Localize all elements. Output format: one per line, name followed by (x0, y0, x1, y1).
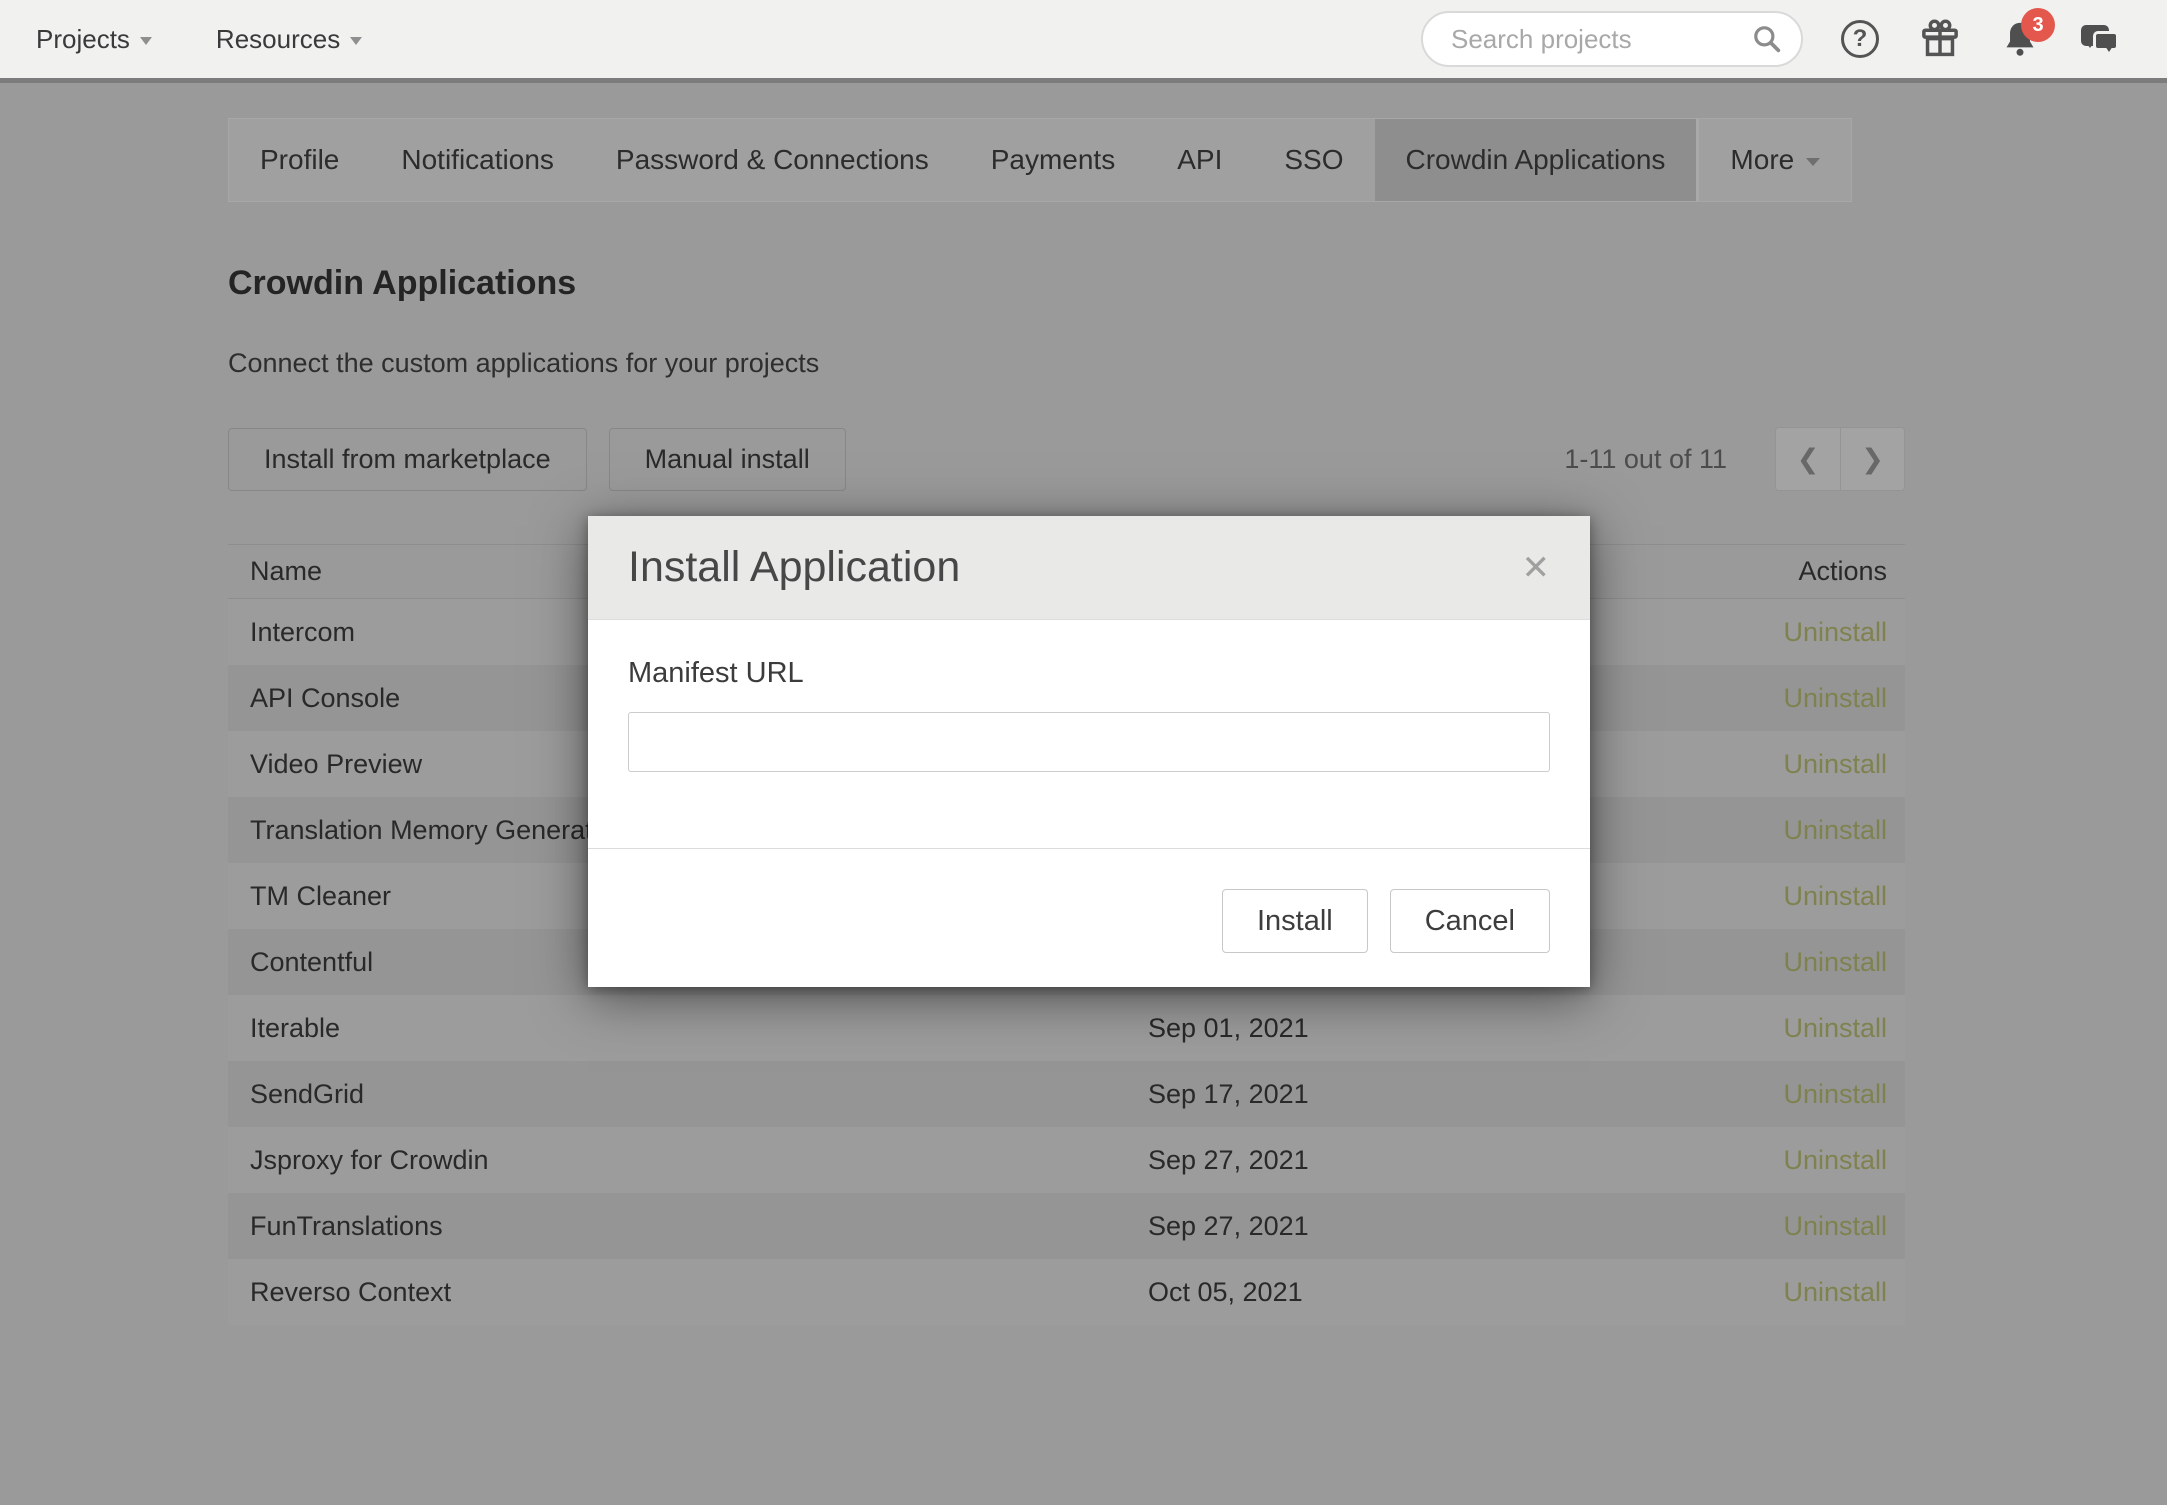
tab-api[interactable]: API (1146, 119, 1253, 201)
pager-next-button[interactable]: ❯ (1840, 428, 1904, 490)
uninstall-link[interactable]: Uninstall (1783, 947, 1887, 977)
column-header-actions: Actions (1685, 556, 1905, 587)
modal-title: Install Application (628, 543, 960, 592)
install-button[interactable]: Install (1222, 889, 1368, 953)
tab-crowdin-applications[interactable]: Crowdin Applications (1375, 119, 1697, 201)
tab-payments[interactable]: Payments (960, 119, 1147, 201)
tab-profile[interactable]: Profile (229, 119, 370, 201)
app-date: Oct 05, 2021 (1148, 1277, 1685, 1308)
page-subtitle: Connect the custom applications for your… (228, 348, 1905, 379)
app-date: Sep 01, 2021 (1148, 1013, 1685, 1044)
tab-password-connections[interactable]: Password & Connections (585, 119, 960, 201)
close-icon[interactable]: ✕ (1522, 551, 1551, 585)
cancel-button[interactable]: Cancel (1390, 889, 1550, 953)
chevron-right-icon: ❯ (1861, 444, 1884, 475)
tab-more[interactable]: More (1696, 119, 1851, 201)
settings-tabs: Profile Notifications Password & Connect… (228, 118, 1852, 202)
table-row: Jsproxy for Crowdin Sep 27, 2021 Uninsta… (228, 1127, 1905, 1193)
page-title: Crowdin Applications (228, 262, 1905, 304)
manifest-url-label: Manifest URL (628, 656, 1550, 690)
nav-projects[interactable]: Projects (36, 24, 152, 55)
gift-button[interactable] (1917, 16, 1963, 62)
uninstall-link[interactable]: Uninstall (1783, 815, 1887, 845)
toolbar: Install from marketplace Manual install … (228, 427, 1905, 491)
app-name: Jsproxy for Crowdin (228, 1145, 1148, 1176)
app-date: Sep 27, 2021 (1148, 1145, 1685, 1176)
install-from-marketplace-button[interactable]: Install from marketplace (228, 428, 587, 491)
chat-icon (2077, 17, 2123, 61)
uninstall-link[interactable]: Uninstall (1783, 749, 1887, 779)
tab-more-label: More (1730, 144, 1794, 176)
table-row: Reverso Context Oct 05, 2021 Uninstall (228, 1259, 1905, 1325)
nav-projects-label: Projects (36, 24, 130, 55)
table-row: FunTranslations Sep 27, 2021 Uninstall (228, 1193, 1905, 1259)
uninstall-link[interactable]: Uninstall (1783, 617, 1887, 647)
app-name: SendGrid (228, 1079, 1148, 1110)
caret-down-icon (1806, 158, 1820, 166)
search-input[interactable] (1421, 11, 1803, 67)
caret-down-icon (140, 37, 152, 45)
table-row: SendGrid Sep 17, 2021 Uninstall (228, 1061, 1905, 1127)
manifest-url-input[interactable] (628, 712, 1550, 772)
gift-icon (1918, 17, 1962, 61)
manual-install-button[interactable]: Manual install (609, 428, 846, 491)
uninstall-link[interactable]: Uninstall (1783, 1145, 1887, 1175)
help-icon: ? (1841, 20, 1879, 58)
table-row: Iterable Sep 01, 2021 Uninstall (228, 995, 1905, 1061)
app-name: FunTranslations (228, 1211, 1148, 1242)
tab-notifications[interactable]: Notifications (370, 119, 585, 201)
app-name: Iterable (228, 1013, 1148, 1044)
app-date: Sep 17, 2021 (1148, 1079, 1685, 1110)
topbar: Projects Resources ? 3 (0, 0, 2167, 78)
pagination-range: 1-11 out of 11 (1564, 444, 1727, 475)
modal-footer: Install Cancel (588, 848, 1590, 987)
uninstall-link[interactable]: Uninstall (1783, 1079, 1887, 1109)
pager-prev-button[interactable]: ❮ (1776, 428, 1840, 490)
notification-badge: 3 (2021, 8, 2055, 42)
help-button[interactable]: ? (1837, 16, 1883, 62)
messages-button[interactable] (2077, 16, 2123, 62)
uninstall-link[interactable]: Uninstall (1783, 1277, 1887, 1307)
search-projects (1421, 11, 1803, 67)
pager: ❮ ❯ (1775, 427, 1905, 491)
app-date: Sep 27, 2021 (1148, 1211, 1685, 1242)
install-application-modal: Install Application ✕ Manifest URL Insta… (588, 516, 1590, 987)
modal-body: Manifest URL (588, 620, 1590, 772)
uninstall-link[interactable]: Uninstall (1783, 683, 1887, 713)
app-name: Reverso Context (228, 1277, 1148, 1308)
modal-header: Install Application ✕ (588, 516, 1590, 620)
chevron-left-icon: ❮ (1797, 444, 1820, 475)
tab-sso[interactable]: SSO (1253, 119, 1374, 201)
caret-down-icon (350, 37, 362, 45)
search-icon[interactable] (1751, 23, 1783, 60)
uninstall-link[interactable]: Uninstall (1783, 881, 1887, 911)
uninstall-link[interactable]: Uninstall (1783, 1013, 1887, 1043)
uninstall-link[interactable]: Uninstall (1783, 1211, 1887, 1241)
nav-resources[interactable]: Resources (216, 24, 362, 55)
notifications-button[interactable]: 3 (1997, 16, 2043, 62)
nav-resources-label: Resources (216, 24, 340, 55)
